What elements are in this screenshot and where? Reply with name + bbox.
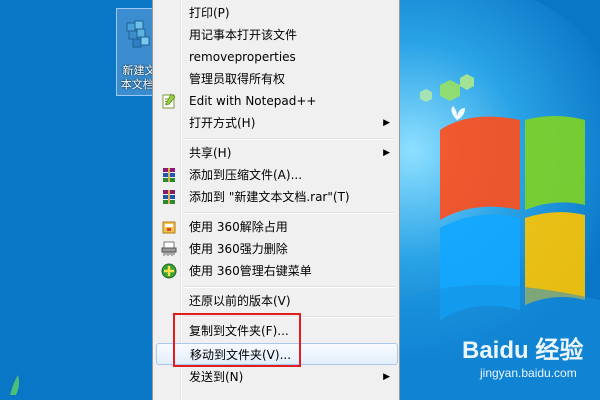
menu-item-label: 管理员取得所有权	[189, 72, 286, 86]
menu-item-360-unlock[interactable]: 使用 360解除占用	[156, 216, 398, 238]
menu-item-take-ownership[interactable]: 管理员取得所有权	[156, 68, 398, 90]
menu-item-label: 用记事本打开该文件	[189, 28, 298, 42]
menu-item-print[interactable]: 打印(P)	[156, 2, 398, 24]
submenu-arrow-icon: ▶	[383, 148, 390, 158]
menu-item-label: 添加到压缩文件(A)...	[189, 168, 303, 182]
menu-item-label: removeproperties	[189, 50, 296, 64]
360-shred-icon	[161, 241, 177, 256]
registry-file-icon	[126, 20, 150, 48]
menu-item-360-manage-context-menu[interactable]: 使用 360管理右键菜单	[156, 260, 398, 282]
menu-item-share[interactable]: 共享(H) ▶	[156, 142, 398, 164]
menu-item-removeproperties[interactable]: removeproperties	[156, 46, 398, 68]
notepad-plus-plus-icon	[162, 93, 176, 109]
menu-separator	[184, 138, 394, 140]
annotation-highlight-box	[173, 313, 301, 367]
menu-item-label: 发送到(N)	[189, 370, 244, 384]
winrar-icon	[163, 190, 175, 204]
menu-item-open-with-notepad[interactable]: 用记事本打开该文件	[156, 24, 398, 46]
menu-item-label: 使用 360管理右键菜单	[189, 264, 312, 278]
menu-item-label: 使用 360强力删除	[189, 242, 288, 256]
menu-item-open-with[interactable]: 打开方式(H) ▶	[156, 112, 398, 134]
menu-separator	[184, 286, 394, 288]
menu-item-add-to-archive[interactable]: 添加到压缩文件(A)...	[156, 164, 398, 186]
baidu-url: jingyan.baidu.com	[480, 366, 577, 380]
menu-item-label: 还原以前的版本(V)	[189, 294, 291, 308]
menu-item-label: 添加到 "新建文本文档.rar"(T)	[189, 190, 350, 204]
baidu-jingyan-watermark: Baidu 经验 jingyan.baidu.com	[462, 330, 592, 390]
submenu-arrow-icon: ▶	[383, 372, 390, 382]
menu-item-label: 使用 360解除占用	[189, 220, 288, 234]
menu-item-label: 打开方式(H)	[189, 116, 256, 130]
menu-item-360-force-delete[interactable]: 使用 360强力删除	[156, 238, 398, 260]
menu-separator	[184, 212, 394, 214]
winrar-icon	[163, 168, 175, 182]
360-menu-manager-icon	[161, 263, 177, 279]
menu-item-send-to[interactable]: 发送到(N) ▶	[156, 366, 398, 388]
menu-item-add-to-rar[interactable]: 添加到 "新建文本文档.rar"(T)	[156, 186, 398, 208]
menu-item-label: Edit with Notepad++	[189, 94, 317, 108]
360-unlock-icon	[162, 221, 176, 234]
menu-item-label: 共享(H)	[189, 146, 232, 160]
submenu-arrow-icon: ▶	[383, 118, 390, 128]
baidu-logo: Baidu 经验	[462, 337, 584, 364]
menu-item-restore-previous-versions[interactable]: 还原以前的版本(V)	[156, 290, 398, 312]
menu-item-edit-with-notepad-plus-plus[interactable]: Edit with Notepad++	[156, 90, 398, 112]
menu-item-label: 打印(P)	[189, 6, 230, 20]
